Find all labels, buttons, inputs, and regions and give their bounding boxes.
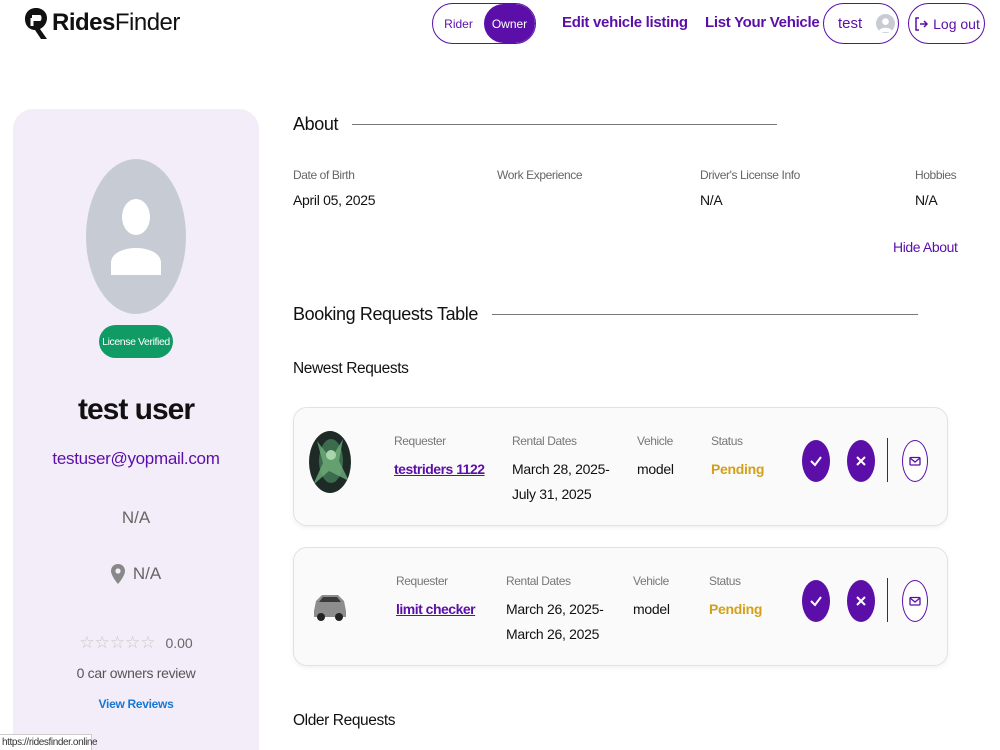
requester-name-cell: testriders 1122: [394, 457, 485, 482]
about-label-hobbies: Hobbies: [915, 168, 957, 182]
rental-dates-value: March 26, 2025- March 26, 2025: [506, 597, 604, 647]
about-label-license: Driver's License Info: [700, 168, 800, 182]
profile-avatar: [86, 159, 186, 314]
rental-dates-value: March 28, 2025- July 31, 2025: [512, 457, 610, 507]
vehicle-photo: [311, 571, 353, 633]
x-icon: [856, 596, 866, 606]
view-reviews-link[interactable]: View Reviews: [13, 697, 259, 711]
rental-date-start: March 26, 2025-: [506, 601, 604, 617]
approve-button[interactable]: [802, 580, 830, 622]
role-rider-option[interactable]: Rider: [433, 4, 484, 43]
action-divider: [887, 578, 888, 622]
hide-about-link[interactable]: Hide About: [893, 239, 958, 255]
profile-location: N/A: [13, 564, 259, 584]
profile-email: testuser@yopmail.com: [52, 449, 220, 468]
booking-divider: [492, 314, 918, 315]
rental-date-start: March 28, 2025-: [512, 461, 610, 477]
review-count: 0 car owners review: [76, 665, 196, 681]
star-rating-icon: ☆☆☆☆☆: [79, 633, 156, 652]
logo-text: RidesFinder: [52, 9, 180, 36]
user-name: test: [838, 15, 863, 32]
list-your-vehicle-link[interactable]: List Your Vehicle: [705, 14, 820, 31]
user-avatar-icon: [876, 14, 895, 33]
about-value-hobbies: N/A: [915, 192, 938, 208]
booking-section-header: Booking Requests Table: [293, 304, 918, 325]
requester-photo: [309, 431, 351, 493]
role-toggle: Rider Owner: [432, 3, 536, 44]
vehicle-label: Vehicle: [633, 574, 669, 588]
approve-button[interactable]: [802, 440, 830, 482]
vehicle-value: model: [633, 601, 670, 617]
check-icon: [810, 596, 822, 607]
check-icon: [810, 456, 822, 467]
older-requests-heading: Older Requests: [293, 712, 396, 729]
status-label: Status: [711, 434, 743, 448]
rental-date-end: March 26, 2025: [506, 626, 600, 642]
about-value-dob: April 05, 2025: [293, 192, 376, 208]
about-label-dob: Date of Birth: [293, 168, 355, 182]
request-card: Requester limit checker Rental Dates Mar…: [293, 547, 948, 666]
about-label-work: Work Experience: [497, 168, 583, 182]
logout-button[interactable]: Log out: [908, 3, 985, 44]
booking-title: Booking Requests Table: [293, 304, 478, 324]
reject-button[interactable]: [847, 580, 875, 622]
about-section-header: About: [293, 114, 778, 135]
newest-requests-heading: Newest Requests: [293, 360, 409, 377]
rental-date-end: July 31, 2025: [512, 486, 592, 502]
envelope-icon: [909, 596, 921, 606]
user-menu-button[interactable]: test: [823, 3, 899, 44]
requester-label: Requester: [394, 434, 446, 448]
map-pin-icon: [110, 564, 125, 584]
top-navbar: RidesFinder Rider Owner Edit vehicle lis…: [0, 0, 1000, 48]
request-card: Requester testriders 1122 Rental Dates M…: [293, 407, 948, 526]
logout-label: Log out: [933, 15, 980, 32]
rating-value: 0.00: [165, 635, 193, 651]
profile-card: License Verified test user testuser@yopm…: [13, 109, 259, 750]
user-silhouette-icon: [111, 199, 161, 275]
browser-status-url: https://ridesfinder.online: [0, 734, 98, 750]
status-label: Status: [709, 574, 741, 588]
logo-mark-icon: [25, 8, 47, 39]
logout-icon: [915, 16, 929, 31]
reject-button[interactable]: [847, 440, 875, 482]
about-value-license: N/A: [700, 192, 723, 208]
envelope-icon: [909, 456, 921, 466]
requester-link[interactable]: limit checker: [396, 601, 476, 617]
about-title: About: [293, 114, 339, 134]
requester-label: Requester: [396, 574, 448, 588]
license-verified-badge: License Verified: [99, 325, 173, 358]
status-badge: Pending: [711, 461, 765, 477]
rental-dates-label: Rental Dates: [506, 574, 571, 588]
ridesfinder-logo[interactable]: RidesFinder: [24, 6, 180, 40]
role-owner-option[interactable]: Owner: [484, 4, 535, 43]
about-divider: [352, 124, 778, 125]
vehicle-label: Vehicle: [637, 434, 673, 448]
status-badge: Pending: [709, 601, 763, 617]
x-icon: [856, 456, 866, 466]
message-button[interactable]: [902, 580, 928, 622]
rating-row: ☆☆☆☆☆ 0.00: [13, 633, 259, 653]
rental-dates-label: Rental Dates: [512, 434, 577, 448]
vehicle-value: model: [637, 461, 674, 477]
action-divider: [887, 438, 888, 482]
requester-link[interactable]: testriders 1122: [394, 461, 485, 477]
edit-vehicle-listing-link[interactable]: Edit vehicle listing: [562, 14, 688, 31]
message-button[interactable]: [902, 440, 928, 482]
requester-name-cell: limit checker: [396, 597, 476, 622]
location-value: N/A: [132, 564, 162, 583]
profile-info-value: N/A: [121, 508, 151, 527]
profile-name: test user: [77, 393, 195, 426]
